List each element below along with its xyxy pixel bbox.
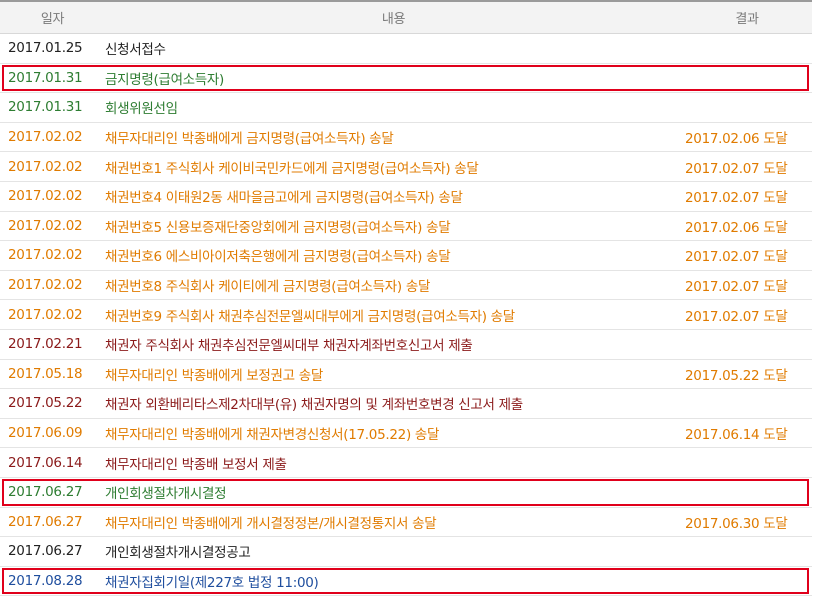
table-row-highlighted: 2017.01.31 금지명령(급여소득자) <box>0 64 812 94</box>
table-row: 2017.06.27 채무자대리인 박종배에게 개시결정정본/개시결정통지서 송달… <box>0 508 812 538</box>
row-date: 2017.02.02 <box>8 306 83 323</box>
row-date: 2017.02.02 <box>8 158 83 175</box>
row-date: 2017.02.02 <box>8 217 83 234</box>
row-result: 2017.02.07 도달 <box>685 190 788 207</box>
row-date: 2017.06.09 <box>8 425 83 442</box>
row-content: 채권자 주식회사 채권추심전문엘씨대부 채권자계좌번호신고서 제출 <box>105 338 473 355</box>
row-date: 2017.02.02 <box>8 277 83 294</box>
row-date: 2017.08.28 <box>8 572 83 589</box>
table-row: 2017.05.22 채권자 외환베리타스제2차대부(유) 채권자명의 및 계좌번… <box>0 389 812 419</box>
row-content: 채권자집회기일(제227호 법정 11:00) <box>105 574 319 591</box>
table-row: 2017.02.02 채권번호6 에스비아이저축은행에게 금지명령(급여소득자) … <box>0 241 812 271</box>
row-result: 2017.02.07 도달 <box>685 308 788 325</box>
table-row: 2017.02.02 채권번호9 주식회사 채권추심전문엘씨대부에게 금지명령(급… <box>0 300 812 330</box>
row-content: 채무자대리인 박종배에게 개시결정정본/개시결정통지서 송달 <box>105 515 437 532</box>
row-content: 개인회생절차개시결정 <box>105 486 227 503</box>
row-content: 채무자대리인 박종배 보정서 제출 <box>105 456 287 473</box>
table-row: 2017.06.27 개인회생절차개시결정공고 <box>0 537 812 567</box>
row-result: 2017.02.06 도달 <box>685 219 788 236</box>
row-content: 신청서접수 <box>105 42 166 59</box>
row-date: 2017.06.27 <box>8 543 83 560</box>
table-row: 2017.05.18 채무자대리인 박종배에게 보정권고 송달 2017.05.22… <box>0 360 812 390</box>
table-row: 2017.06.09 채무자대리인 박종배에게 채권자변경신청서(17.05.22… <box>0 419 812 449</box>
row-date: 2017.01.25 <box>8 40 83 57</box>
row-date: 2017.01.31 <box>8 69 83 86</box>
row-content: 개인회생절차개시결정공고 <box>105 545 251 562</box>
row-result: 2017.02.07 도달 <box>685 249 788 266</box>
table-row: 2017.02.02 채권번호1 주식회사 케이비국민카드에게 금지명령(급여소득… <box>0 152 812 182</box>
row-date: 2017.02.21 <box>8 336 83 353</box>
table-row: 2017.02.02 채권번호8 주식회사 케이티에게 금지명령(급여소득자) 송… <box>0 271 812 301</box>
row-result: 2017.02.07 도달 <box>685 160 788 177</box>
row-date: 2017.02.02 <box>8 129 83 146</box>
header-result: 결과 <box>735 12 759 27</box>
row-result: 2017.02.06 도달 <box>685 131 788 148</box>
case-progress-table: 일자 내용 결과 2017.01.25 신청서접수 2017.01.31 금지명령(급… <box>0 0 812 597</box>
row-date: 2017.06.14 <box>8 454 83 471</box>
row-content: 채권자 외환베리타스제2차대부(유) 채권자명의 및 계좌번호변경 신고서 제출 <box>105 397 523 414</box>
table-header: 일자 내용 결과 <box>0 2 812 34</box>
row-date: 2017.02.02 <box>8 247 83 264</box>
row-content: 채권번호8 주식회사 케이티에게 금지명령(급여소득자) 송달 <box>105 279 431 296</box>
row-date: 2017.06.27 <box>8 513 83 530</box>
row-date: 2017.05.18 <box>8 365 83 382</box>
header-content: 내용 <box>381 12 406 27</box>
row-date: 2017.01.31 <box>8 99 83 116</box>
row-date: 2017.02.02 <box>8 188 83 205</box>
table-row: 2017.02.21 채권자 주식회사 채권추심전문엘씨대부 채권자계좌번호신고서… <box>0 330 812 360</box>
table-row: 2017.01.31 회생위원선임 <box>0 93 812 123</box>
row-content: 채무자대리인 박종배에게 보정권고 송달 <box>105 367 324 384</box>
row-content: 채무자대리인 박종배에게 금지명령(급여소득자) 송달 <box>105 131 394 148</box>
row-content: 채권번호1 주식회사 케이비국민카드에게 금지명령(급여소득자) 송달 <box>105 160 479 177</box>
row-result: 2017.02.07 도달 <box>685 279 788 296</box>
row-content: 회생위원선임 <box>105 101 178 118</box>
row-content: 채권번호9 주식회사 채권추심전문엘씨대부에게 금지명령(급여소득자) 송달 <box>105 308 515 325</box>
row-result: 2017.06.30 도달 <box>685 515 788 532</box>
table-row: 2017.02.02 채무자대리인 박종배에게 금지명령(급여소득자) 송달 201… <box>0 123 812 153</box>
row-result: 2017.05.22 도달 <box>685 367 788 384</box>
table-row: 2017.01.25 신청서접수 <box>0 34 812 64</box>
row-content: 채권번호5 신용보증재단중앙회에게 금지명령(급여소득자) 송달 <box>105 219 451 236</box>
row-content: 채무자대리인 박종배에게 채권자변경신청서(17.05.22) 송달 <box>105 427 440 444</box>
table-row: 2017.02.02 채권번호5 신용보증재단중앙회에게 금지명령(급여소득자) … <box>0 212 812 242</box>
row-content: 채권번호4 이태원2동 새마을금고에게 금지명령(급여소득자) 송달 <box>105 190 463 207</box>
row-content: 금지명령(급여소득자) <box>105 71 225 88</box>
table-row: 2017.02.02 채권번호4 이태원2동 새마을금고에게 금지명령(급여소득자… <box>0 182 812 212</box>
row-content: 채권번호6 에스비아이저축은행에게 금지명령(급여소득자) 송달 <box>105 249 451 266</box>
row-date: 2017.05.22 <box>8 395 83 412</box>
row-date: 2017.06.27 <box>8 484 83 501</box>
table-row-highlighted: 2017.08.28 채권자집회기일(제227호 법정 11:00) <box>0 567 812 597</box>
table-body: 2017.01.25 신청서접수 2017.01.31 금지명령(급여소득자) 2017… <box>0 34 812 597</box>
header-date: 일자 <box>40 12 65 27</box>
table-row-highlighted: 2017.06.27 개인회생절차개시결정 <box>0 478 812 508</box>
table-row: 2017.06.14 채무자대리인 박종배 보정서 제출 <box>0 448 812 478</box>
row-result: 2017.06.14 도달 <box>685 427 788 444</box>
